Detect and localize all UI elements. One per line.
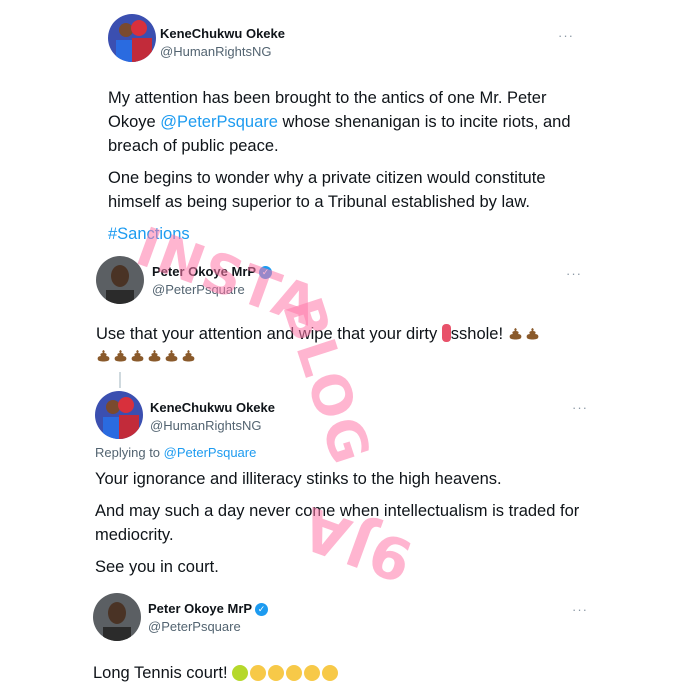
avatar[interactable] bbox=[96, 256, 144, 304]
couple-photo-icon bbox=[108, 14, 156, 62]
censor-mark bbox=[441, 324, 451, 342]
username[interactable]: @HumanRightsNG bbox=[160, 44, 271, 59]
laughing-emoji-icon bbox=[250, 665, 267, 681]
more-options-icon[interactable]: ··· bbox=[572, 400, 588, 415]
laughing-emoji-icon bbox=[286, 665, 303, 681]
paragraph: My attention has been brought to the ant… bbox=[108, 89, 571, 155]
verified-badge-icon: ✓ bbox=[255, 603, 269, 617]
laughing-emoji-icon bbox=[322, 665, 339, 681]
laughing-emoji-icon bbox=[268, 665, 285, 681]
man-portrait-icon bbox=[96, 256, 144, 304]
more-options-icon[interactable]: ··· bbox=[558, 28, 574, 43]
couple-photo-icon bbox=[95, 391, 143, 439]
poop-emoji-icon bbox=[96, 347, 111, 362]
display-name[interactable]: Peter Okoye MrP ✓ bbox=[148, 601, 269, 617]
username[interactable]: @HumanRightsNG bbox=[150, 418, 261, 433]
poop-emoji-icon bbox=[130, 347, 145, 362]
verified-badge-icon: ✓ bbox=[259, 266, 273, 280]
display-name[interactable]: Peter Okoye MrP ✓ bbox=[152, 264, 273, 280]
tennis-ball-emoji-icon bbox=[232, 665, 249, 681]
poop-emoji-icon bbox=[164, 347, 179, 362]
tweet-1[interactable]: KeneChukwu Okeke @HumanRightsNG ··· My a… bbox=[0, 0, 696, 250]
man-portrait-icon bbox=[93, 593, 141, 641]
display-name[interactable]: KeneChukwu Okeke bbox=[160, 26, 285, 41]
username[interactable]: @PeterPsquare bbox=[148, 619, 241, 634]
tweet-4[interactable]: Peter Okoye MrP ✓ @PeterPsquare ··· Long … bbox=[0, 585, 696, 696]
laughing-emoji-icon bbox=[304, 665, 321, 681]
poop-emoji-icon bbox=[147, 347, 162, 362]
tweet-2[interactable]: Peter Okoye MrP ✓ @PeterPsquare ··· Use t… bbox=[0, 250, 696, 385]
tweet-text: Use that your attention and wipe that yo… bbox=[96, 323, 606, 367]
tweet-3[interactable]: KeneChukwu Okeke @HumanRightsNG ··· Repl… bbox=[0, 385, 696, 585]
tweet-text: Long Tennis court! bbox=[93, 661, 613, 685]
poop-emoji-icon bbox=[508, 325, 523, 340]
mention-link[interactable]: @PeterPsquare bbox=[160, 113, 278, 131]
poop-emoji-icon bbox=[113, 347, 128, 362]
avatar[interactable] bbox=[93, 593, 141, 641]
paragraph: Your ignorance and illiteracy stinks to … bbox=[95, 470, 502, 488]
tweet-text: My attention has been brought to the ant… bbox=[108, 86, 588, 254]
paragraph: And may such a day never come when intel… bbox=[95, 502, 580, 544]
more-options-icon[interactable]: ··· bbox=[566, 266, 582, 281]
mention-link[interactable]: @PeterPsquare bbox=[164, 445, 257, 460]
replying-to: Replying to @PeterPsquare bbox=[95, 445, 257, 460]
more-options-icon[interactable]: ··· bbox=[572, 602, 588, 617]
poop-emoji-icon bbox=[181, 347, 196, 362]
username[interactable]: @PeterPsquare bbox=[152, 282, 245, 297]
display-name[interactable]: KeneChukwu Okeke bbox=[150, 400, 275, 415]
paragraph: See you in court. bbox=[95, 558, 219, 576]
tweet-text: Your ignorance and illiteracy stinks to … bbox=[95, 467, 595, 587]
avatar[interactable] bbox=[108, 14, 156, 62]
poop-emoji-icon bbox=[525, 325, 540, 340]
paragraph: One begins to wonder why a private citiz… bbox=[108, 169, 546, 211]
hashtag-link[interactable]: #Sanctions bbox=[108, 222, 588, 246]
avatar[interactable] bbox=[95, 391, 143, 439]
